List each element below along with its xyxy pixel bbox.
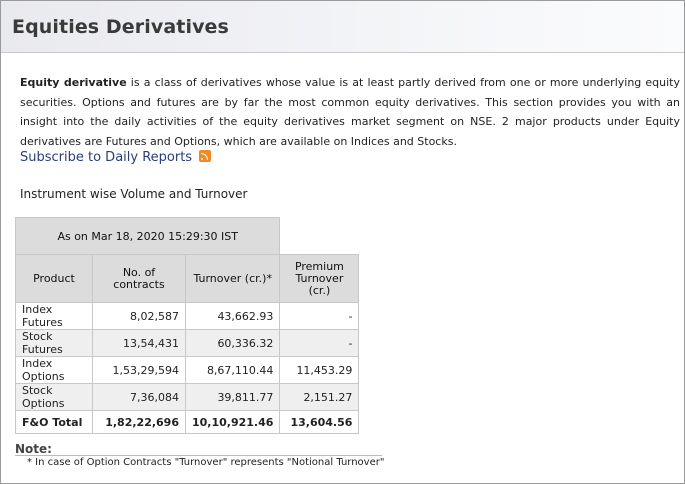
table-as-on-row: As on Mar 18, 2020 15:29:30 IST [14,217,360,255]
rss-icon[interactable] [199,149,212,162]
page-header: Equities Derivatives [1,1,684,53]
cell-premium: - [279,329,360,357]
note-label: Note: [15,442,52,456]
cell-product: Stock Futures [15,329,93,357]
table-row: Stock Options 7,36,084 39,811.77 2,151.2… [15,383,360,411]
cell-product: Index Futures [15,302,93,330]
instrument-turnover-table: As on Mar 18, 2020 15:29:30 IST Product … [14,217,360,434]
cell-turnover: 39,811.77 [184,383,281,411]
cell-premium: 11,453.29 [279,356,360,384]
cell-premium: 2,151.27 [279,383,360,411]
table-row: Stock Futures 13,54,431 60,336.32 - [15,329,360,357]
subscribe-label: Subscribe to Daily Reports [20,150,193,165]
table-row: Index Options 1,53,29,594 8,67,110.44 11… [15,356,360,384]
cell-turnover: 8,67,110.44 [184,356,281,384]
cell-contracts: 1,53,29,594 [92,356,186,384]
cell-product: Stock Options [15,383,93,411]
subscribe-daily-reports-link[interactable]: Subscribe to Daily Reports [20,149,212,165]
as-on-blank-cell [279,217,360,255]
cell-premium: 13,604.56 [279,410,360,434]
page-title: Equities Derivatives [12,16,229,38]
col-header-turnover: Turnover (cr.)* [184,254,281,303]
table-header-row: Product No. of contracts Turnover (cr.)*… [15,254,360,303]
as-on-timestamp: As on Mar 18, 2020 15:29:30 IST [14,217,281,255]
cell-contracts: 1,82,22,696 [92,410,186,434]
cell-turnover: 10,10,921.46 [184,410,281,434]
cell-turnover: 60,336.32 [184,329,281,357]
cell-contracts: 7,36,084 [92,383,186,411]
note-text: * In case of Option Contracts "Turnover"… [27,457,385,468]
table-row: Index Futures 8,02,587 43,662.93 - [15,302,360,330]
note-divider [15,455,382,456]
intro-paragraph: Equity derivative is a class of derivati… [20,73,680,151]
cell-premium: - [279,302,360,330]
cell-contracts: 8,02,587 [92,302,186,330]
cell-turnover: 43,662.93 [184,302,281,330]
section-title: Instrument wise Volume and Turnover [20,187,248,201]
cell-contracts: 13,54,431 [92,329,186,357]
col-header-product: Product [15,254,93,303]
table-total-row: F&O Total 1,82,22,696 10,10,921.46 13,60… [15,410,360,434]
cell-product: Index Options [15,356,93,384]
col-header-contracts: No. of contracts [92,254,186,303]
cell-product: F&O Total [15,410,93,434]
intro-term: Equity derivative [20,76,127,89]
col-header-premium: Premium Turnover (cr.) [279,254,360,303]
